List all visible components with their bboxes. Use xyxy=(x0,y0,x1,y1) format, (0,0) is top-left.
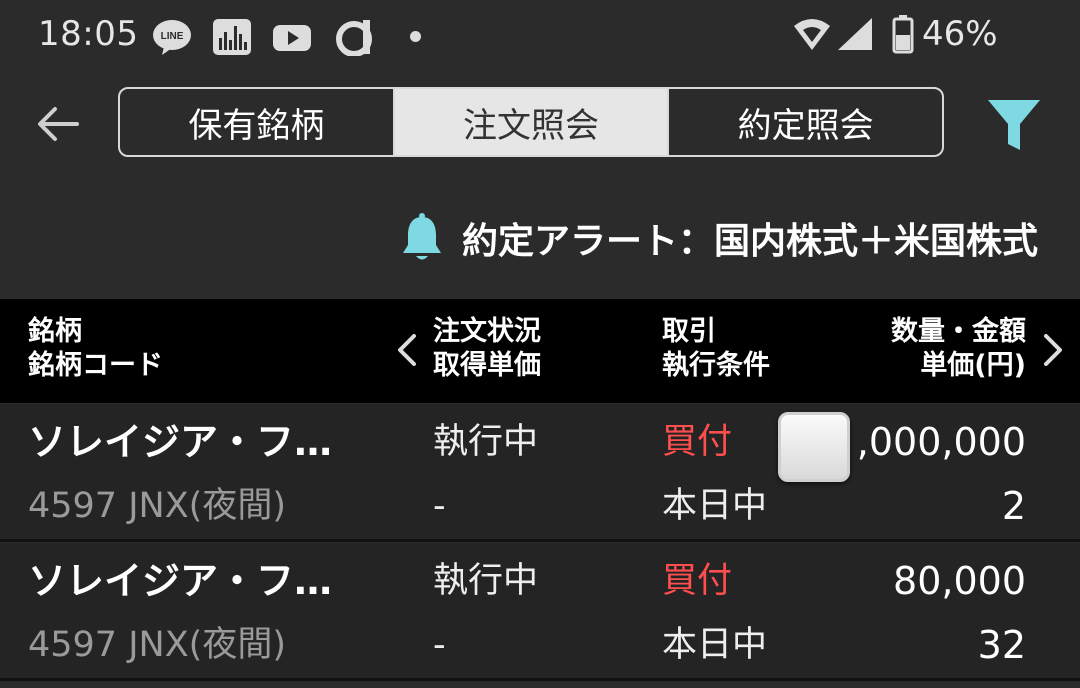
table-header: 銘柄 銘柄コード 注文状況 取得単価 取引 執行条件 数量・金額 単価(円) xyxy=(0,299,1080,403)
stock-code: 4597 JNX(夜間) xyxy=(28,486,286,526)
unit-price: 32 xyxy=(977,623,1026,667)
svg-text:LINE: LINE xyxy=(161,31,184,42)
header-quantity-line2: 単価(円) xyxy=(920,350,1026,381)
header-order-status-line1: 注文状況 xyxy=(433,316,541,347)
trade-side: 買付 xyxy=(662,422,733,462)
battery-icon xyxy=(892,15,914,54)
unit-price: 2 xyxy=(1001,484,1026,528)
status-bar: 18:05 LINE 46% xyxy=(0,0,1080,72)
signal-icon xyxy=(838,18,872,50)
header-order-status-line2: 取得単価 xyxy=(433,350,541,381)
header-order-status: 注文状況 取得単価 xyxy=(433,315,541,383)
stock-name: ソレイジア・フ… xyxy=(28,420,333,464)
bell-icon xyxy=(402,213,441,260)
bars-app-icon xyxy=(213,19,251,55)
white-square-overlay-icon xyxy=(778,412,850,482)
execution-condition: 本日中 xyxy=(662,625,768,665)
back-button[interactable] xyxy=(34,100,82,148)
chevron-left-icon[interactable] xyxy=(394,332,420,368)
header-quantity: 数量・金額 単価(円) xyxy=(891,315,1026,383)
quantity: 80,000 xyxy=(893,559,1026,603)
execution-alert[interactable]: 約定アラート：国内株式＋米国株式 xyxy=(400,212,1038,264)
header-trade: 取引 執行条件 xyxy=(662,315,770,383)
notification-dot-icon xyxy=(410,31,421,42)
segment-tabs: 保有銘柄 注文照会 約定照会 xyxy=(118,87,944,157)
back-arrow-icon xyxy=(38,107,79,141)
table-row[interactable]: ソレイジア・フ… 4597 JNX(夜間) 執行中 - 買付 本日中 ,000,… xyxy=(0,404,1080,542)
header-stock-line2: 銘柄コード xyxy=(28,350,163,381)
youtube-icon xyxy=(273,25,311,51)
status-time: 18:05 xyxy=(38,14,139,54)
d-app-icon xyxy=(336,20,372,56)
battery-percent: 46% xyxy=(922,14,998,54)
chevron-right-icon[interactable] xyxy=(1040,332,1066,368)
acquisition-price: - xyxy=(433,486,446,526)
header-quantity-line1: 数量・金額 xyxy=(891,316,1026,347)
table-row[interactable]: ソレイジア・フ… 4597 JNX(夜間) 執行中 - 買付 本日中 80,00… xyxy=(0,543,1080,681)
stock-name: ソレイジア・フ… xyxy=(28,559,333,603)
alert-text: 約定アラート：国内株式＋米国株式 xyxy=(461,221,1038,262)
trade-side: 買付 xyxy=(662,561,733,601)
tab-order-inquiry[interactable]: 注文照会 xyxy=(394,89,670,155)
line-icon: LINE xyxy=(153,20,191,55)
execution-condition: 本日中 xyxy=(662,486,768,526)
stock-code: 4597 JNX(夜間) xyxy=(28,625,286,665)
header-stock-line1: 銘柄 xyxy=(28,316,82,347)
filter-icon[interactable] xyxy=(986,96,1042,152)
order-status: 執行中 xyxy=(433,561,539,601)
header-stock: 銘柄 銘柄コード xyxy=(28,315,163,383)
tab-execution-inquiry[interactable]: 約定照会 xyxy=(669,89,942,155)
header-trade-line2: 執行条件 xyxy=(662,350,770,381)
order-status: 執行中 xyxy=(433,422,539,462)
quantity: ,000,000 xyxy=(856,420,1026,464)
header-trade-line1: 取引 xyxy=(662,316,716,347)
tab-holdings[interactable]: 保有銘柄 xyxy=(120,89,395,155)
acquisition-price: - xyxy=(433,625,446,665)
wifi-icon xyxy=(794,19,830,50)
